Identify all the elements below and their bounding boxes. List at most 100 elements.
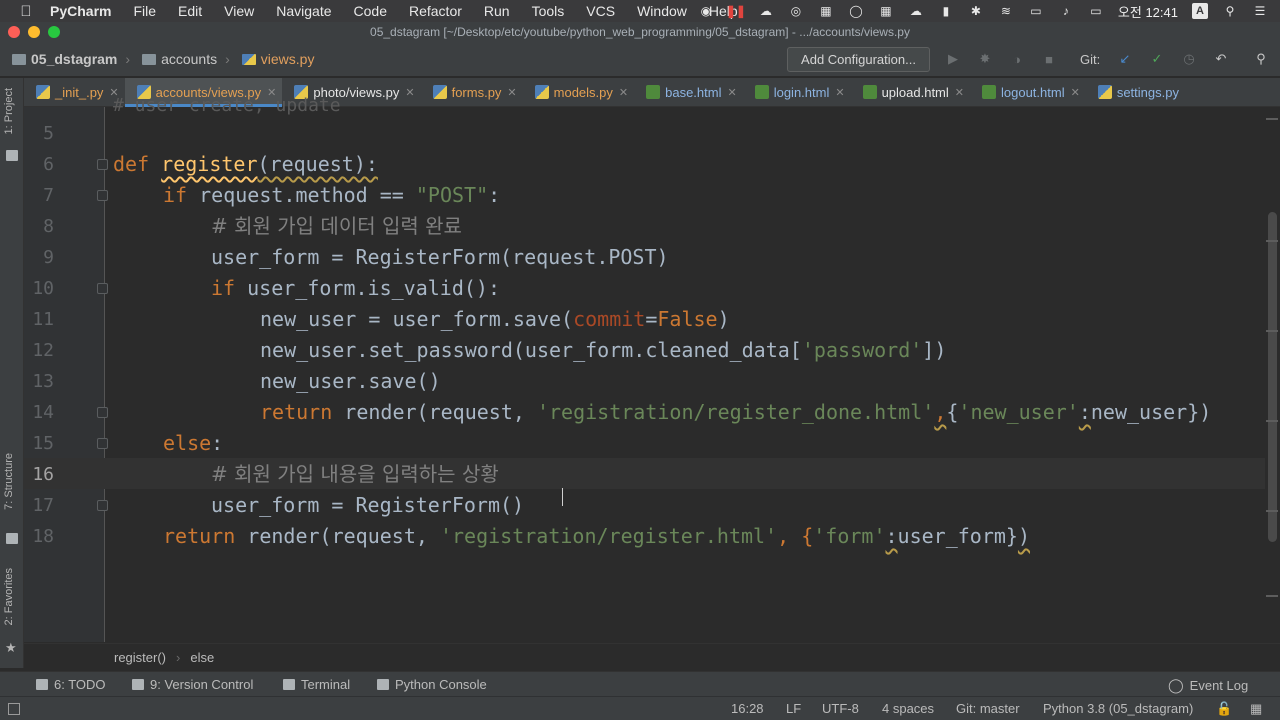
favorites-tool-button[interactable]: 2: Favorites bbox=[3, 568, 15, 625]
menu-view[interactable]: View bbox=[224, 3, 254, 19]
menu-run[interactable]: Run bbox=[484, 3, 510, 19]
code-line-9[interactable]: user_form = RegisterForm(request.POST) bbox=[211, 242, 669, 273]
line-number[interactable]: 9 bbox=[24, 242, 54, 273]
line-number[interactable]: 14 bbox=[24, 397, 54, 428]
tab-forms-py[interactable]: forms.py ✕ bbox=[421, 78, 523, 107]
pause-icon[interactable]: ❚❚ bbox=[726, 4, 746, 18]
line-number[interactable]: 6 bbox=[24, 149, 54, 180]
stop-icon[interactable]: ■ bbox=[1040, 50, 1058, 68]
coverage-icon[interactable]: ◑ bbox=[1008, 50, 1026, 68]
close-icon[interactable]: ✕ bbox=[1071, 86, 1080, 99]
fold-marker-icon[interactable] bbox=[97, 407, 108, 418]
scroll-mark-icon[interactable] bbox=[1266, 330, 1278, 332]
zoom-window-button[interactable] bbox=[48, 26, 60, 38]
line-number[interactable]: 11 bbox=[24, 304, 54, 335]
todo-tool-button[interactable]: 6: TODO bbox=[36, 677, 106, 692]
line-number-current[interactable]: 16 bbox=[24, 459, 54, 490]
close-icon[interactable]: ✕ bbox=[955, 86, 964, 99]
tab-upload-html[interactable]: upload.html ✕ bbox=[851, 78, 970, 107]
version-control-tool-button[interactable]: 9: Version Control bbox=[132, 677, 253, 692]
project-tool-button[interactable]: 1: Project bbox=[3, 88, 15, 134]
toggle-tool-windows-icon[interactable] bbox=[8, 703, 20, 715]
circle-icon[interactable]: ◯ bbox=[848, 4, 864, 18]
close-icon[interactable]: ✕ bbox=[727, 86, 736, 99]
menubar-clock[interactable]: 오전 12:41 bbox=[1118, 2, 1178, 21]
code-line-6[interactable]: def register(request): bbox=[113, 149, 378, 180]
scroll-mark-icon[interactable] bbox=[1266, 240, 1278, 242]
python-interpreter[interactable]: Python 3.8 (05_dstagram) bbox=[1043, 701, 1193, 716]
memory-indicator-icon[interactable]: ▦ bbox=[1250, 701, 1262, 717]
python-console-tool-button[interactable]: Python Console bbox=[377, 677, 487, 692]
menu-file[interactable]: File bbox=[133, 3, 156, 19]
tab-base-html[interactable]: base.html ✕ bbox=[634, 78, 743, 107]
nav-folder[interactable]: accounts bbox=[142, 51, 217, 67]
editor-scrollbar-thumb[interactable] bbox=[1268, 212, 1277, 542]
fold-marker-icon[interactable] bbox=[97, 159, 108, 170]
tab-login-html[interactable]: login.html ✕ bbox=[743, 78, 851, 107]
bluetooth-icon[interactable]: ✱ bbox=[968, 4, 984, 18]
record-icon[interactable]: ◉ bbox=[698, 4, 714, 18]
git-branch[interactable]: Git: master bbox=[956, 701, 1020, 716]
menu-edit[interactable]: Edit bbox=[178, 3, 202, 19]
code-line-17[interactable]: user_form = RegisterForm() bbox=[211, 490, 524, 521]
git-revert-icon[interactable]: ↶ bbox=[1212, 50, 1230, 68]
file-encoding[interactable]: UTF-8 bbox=[822, 701, 859, 716]
code-line-15[interactable]: else: bbox=[163, 428, 223, 459]
menu-refactor[interactable]: Refactor bbox=[409, 3, 462, 19]
git-update-icon[interactable]: ↙ bbox=[1116, 50, 1134, 68]
run-icon[interactable]: ▶ bbox=[944, 50, 962, 68]
apple-menu-icon[interactable]:  bbox=[16, 3, 36, 20]
eye-icon[interactable]: ◎ bbox=[788, 4, 804, 18]
fold-marker-icon[interactable] bbox=[97, 190, 108, 201]
close-window-button[interactable] bbox=[8, 26, 20, 38]
event-log-tool-button[interactable]: ◯ Event Log bbox=[1168, 677, 1248, 694]
indent-setting[interactable]: 4 spaces bbox=[882, 701, 934, 716]
scroll-mark-icon[interactable] bbox=[1266, 420, 1278, 422]
menu-code[interactable]: Code bbox=[354, 3, 387, 19]
tab-logout-html[interactable]: logout.html ✕ bbox=[970, 78, 1086, 107]
menu-app-pycharm[interactable]: PyCharm bbox=[50, 3, 111, 19]
lock-icon[interactable]: 🔓 bbox=[1216, 701, 1232, 717]
menu-navigate[interactable]: Navigate bbox=[276, 3, 331, 19]
menu-vcs[interactable]: VCS bbox=[586, 3, 615, 19]
add-configuration-button[interactable]: Add Configuration... bbox=[787, 47, 930, 72]
close-icon[interactable]: ✕ bbox=[405, 86, 414, 99]
tab-settings-py[interactable]: settings.py bbox=[1086, 78, 1185, 107]
input-source-icon[interactable]: A bbox=[1192, 3, 1208, 19]
structure-tool-button[interactable]: 7: Structure bbox=[3, 453, 15, 510]
menu-tools[interactable]: Tools bbox=[532, 3, 565, 19]
wifi-icon[interactable]: ≋ bbox=[998, 4, 1014, 18]
line-number[interactable]: 7 bbox=[24, 180, 54, 211]
line-number[interactable]: 10 bbox=[24, 273, 54, 304]
code-line-13[interactable]: new_user.save() bbox=[260, 366, 441, 397]
close-icon[interactable]: ✕ bbox=[619, 86, 628, 99]
debug-icon[interactable]: ✸ bbox=[976, 50, 994, 68]
code-line-8[interactable]: # 회원 가입 데이터 입력 완료 bbox=[211, 211, 462, 242]
line-number[interactable]: 15 bbox=[24, 428, 54, 459]
crumb-else[interactable]: else bbox=[190, 650, 214, 665]
scroll-mark-icon[interactable] bbox=[1266, 510, 1278, 512]
nav-file[interactable]: views.py bbox=[241, 51, 314, 67]
search-everywhere-icon[interactable]: ⚲ bbox=[1252, 50, 1270, 68]
git-commit-icon[interactable]: ✓ bbox=[1148, 50, 1166, 68]
tab-init-py[interactable]: _init_.py ✕ bbox=[24, 78, 125, 107]
fold-marker-icon[interactable] bbox=[97, 500, 108, 511]
line-number[interactable]: 5 bbox=[24, 118, 54, 149]
fold-marker-icon[interactable] bbox=[97, 438, 108, 449]
notification-center-icon[interactable]: ☰ bbox=[1252, 4, 1268, 18]
bars-icon[interactable]: ▮ bbox=[938, 4, 954, 18]
airplay-icon[interactable]: ▭ bbox=[1028, 4, 1044, 18]
code-line-14[interactable]: return render(request, 'registration/reg… bbox=[260, 397, 1211, 428]
battery-icon[interactable]: ▭ bbox=[1088, 4, 1104, 18]
grid-icon[interactable]: ▦ bbox=[878, 4, 894, 18]
caret-position[interactable]: 16:28 bbox=[731, 701, 764, 716]
line-number[interactable]: 17 bbox=[24, 490, 54, 521]
code-line-7[interactable]: if request.method == "POST": bbox=[163, 180, 500, 211]
crumb-register[interactable]: register() bbox=[114, 650, 166, 665]
line-separator[interactable]: LF bbox=[786, 701, 801, 716]
cloud-icon[interactable]: ☁ bbox=[758, 4, 774, 18]
code-line-16[interactable]: # 회원 가입 내용을 입력하는 상황 bbox=[211, 459, 499, 490]
code-line-18[interactable]: return render(request, 'registration/reg… bbox=[163, 521, 1030, 552]
line-number[interactable]: 18 bbox=[24, 521, 54, 552]
nav-project[interactable]: 05_dstagram bbox=[12, 51, 117, 67]
